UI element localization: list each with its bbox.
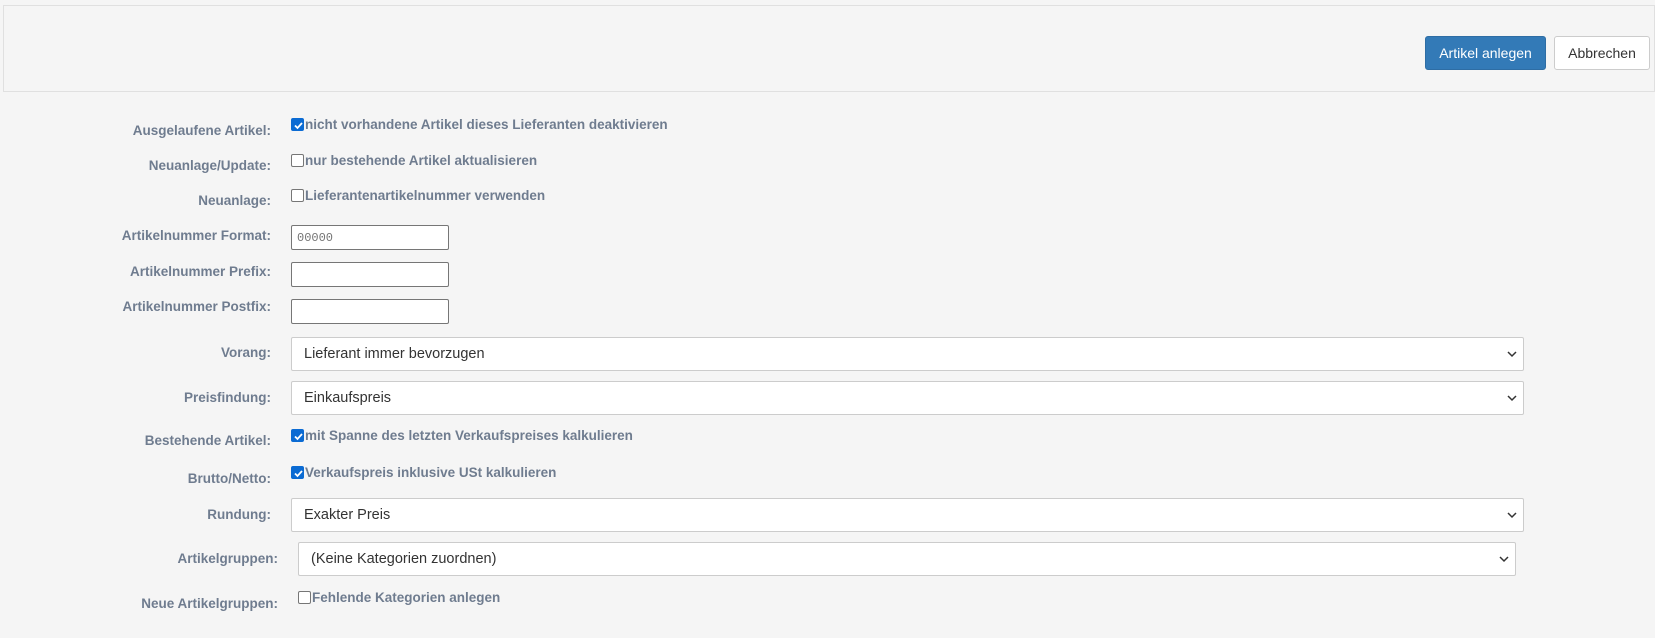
discontinued-option-label[interactable]: nicht vorhandene Artikel dieses Lieferan… [305, 117, 668, 132]
new-item-groups-label: Neue Artikelgruppen: [141, 596, 278, 611]
supplier-number-checkbox[interactable] [291, 189, 304, 202]
rounding-selected-value: Exakter Preis [304, 507, 391, 523]
create-categories-checkbox[interactable] [298, 591, 311, 604]
gross-net-label: Brutto/Netto: [187, 471, 271, 486]
checkmark-icon [294, 122, 303, 130]
priority-select[interactable]: Lieferant immer bevorzugen [291, 337, 1524, 371]
checkmark-icon [294, 433, 303, 441]
pricing-label: Preisfindung: [184, 390, 271, 405]
new-items-label: Neuanlage: [198, 193, 271, 208]
number-postfix-label: Artikelnummer Postfix: [122, 299, 271, 314]
discontinued-label: Ausgelaufene Artikel: [132, 123, 271, 138]
chevron-down-icon [1507, 395, 1517, 402]
chevron-down-icon [1507, 351, 1517, 358]
item-groups-label: Artikelgruppen: [177, 551, 278, 566]
item-groups-select[interactable]: (Keine Kategorien zuordnen) [298, 542, 1516, 576]
create-categories-option-label[interactable]: Fehlende Kategorien anlegen [312, 590, 500, 605]
rounding-label: Rundung: [207, 507, 271, 522]
checkmark-icon [294, 470, 303, 478]
existing-items-label: Bestehende Artikel: [144, 433, 271, 448]
number-format-label: Artikelnummer Format: [121, 228, 271, 243]
update-only-checkbox[interactable] [291, 154, 304, 167]
chevron-down-icon [1507, 512, 1517, 519]
create-article-button[interactable]: Artikel anlegen [1425, 36, 1546, 70]
cancel-button[interactable]: Abbrechen [1554, 36, 1650, 70]
number-prefix-label: Artikelnummer Prefix: [129, 264, 271, 279]
margin-option-label[interactable]: mit Spanne des letzten Verkaufspreises k… [305, 428, 633, 443]
update-only-option-label[interactable]: nur bestehende Artikel aktualisieren [305, 153, 537, 168]
number-postfix-input[interactable] [291, 299, 449, 324]
item-groups-selected-value: (Keine Kategorien zuordnen) [311, 551, 497, 567]
number-format-input[interactable] [291, 225, 449, 250]
pricing-select[interactable]: Einkaufspreis [291, 381, 1524, 415]
gross-net-checkbox[interactable] [291, 466, 304, 479]
number-prefix-input[interactable] [291, 262, 449, 287]
priority-label: Vorang: [221, 345, 271, 360]
form-toolbar: Artikel anlegen Abbrechen [3, 5, 1655, 92]
chevron-down-icon [1499, 556, 1509, 563]
gross-net-option-label[interactable]: Verkaufspreis inklusive USt kalkulieren [305, 465, 556, 480]
discontinued-checkbox[interactable] [291, 118, 304, 131]
margin-checkbox[interactable] [291, 429, 304, 442]
pricing-selected-value: Einkaufspreis [304, 390, 392, 406]
priority-selected-value: Lieferant immer bevorzugen [304, 346, 485, 362]
create-update-label: Neuanlage/Update: [148, 158, 271, 173]
supplier-number-option-label[interactable]: Lieferantenartikelnummer verwenden [305, 188, 545, 203]
rounding-select[interactable]: Exakter Preis [291, 498, 1524, 532]
